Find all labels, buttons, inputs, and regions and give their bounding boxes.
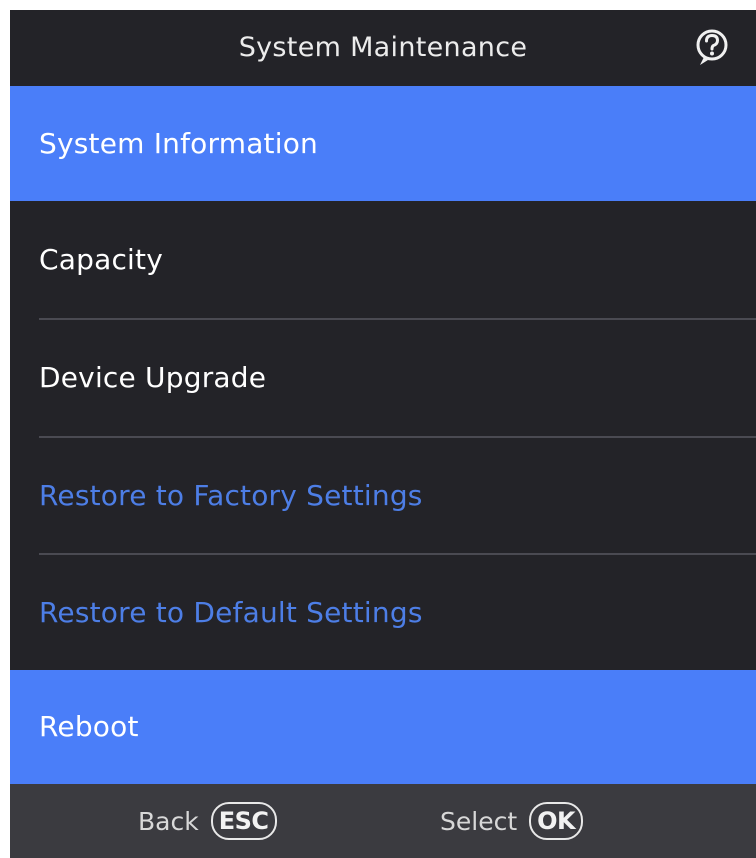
title-bar: System Maintenance <box>10 10 756 86</box>
esc-key-badge: ESC <box>210 802 277 840</box>
menu-item-label: Device Upgrade <box>39 361 267 394</box>
device-screen: System Maintenance System Information Ca… <box>10 10 756 858</box>
help-button[interactable] <box>692 26 732 70</box>
menu-item-device-upgrade[interactable]: Device Upgrade <box>10 320 756 436</box>
page-title: System Maintenance <box>238 32 528 63</box>
select-label: Select <box>440 806 518 836</box>
ok-key-badge: OK <box>529 802 584 840</box>
menu-item-label: Restore to Default Settings <box>39 596 423 629</box>
menu-item-reboot[interactable]: Reboot <box>10 670 756 784</box>
menu-item-label: Restore to Factory Settings <box>39 479 423 512</box>
question-circle-icon <box>696 29 728 65</box>
menu-item-system-information[interactable]: System Information <box>10 86 756 201</box>
select-hint[interactable]: Select OK <box>440 784 584 858</box>
back-hint[interactable]: Back ESC <box>138 784 277 858</box>
maintenance-menu: System Information Capacity Device Upgra… <box>10 86 756 784</box>
menu-item-restore-factory-settings[interactable]: Restore to Factory Settings <box>10 438 756 553</box>
menu-item-label: Reboot <box>39 710 139 743</box>
menu-item-label: Capacity <box>39 243 163 276</box>
menu-item-label: System Information <box>39 127 318 160</box>
footer-bar: Back ESC Select OK <box>10 784 756 858</box>
menu-item-restore-default-settings[interactable]: Restore to Default Settings <box>10 555 756 670</box>
back-label: Back <box>138 806 199 836</box>
menu-item-capacity[interactable]: Capacity <box>10 201 756 318</box>
